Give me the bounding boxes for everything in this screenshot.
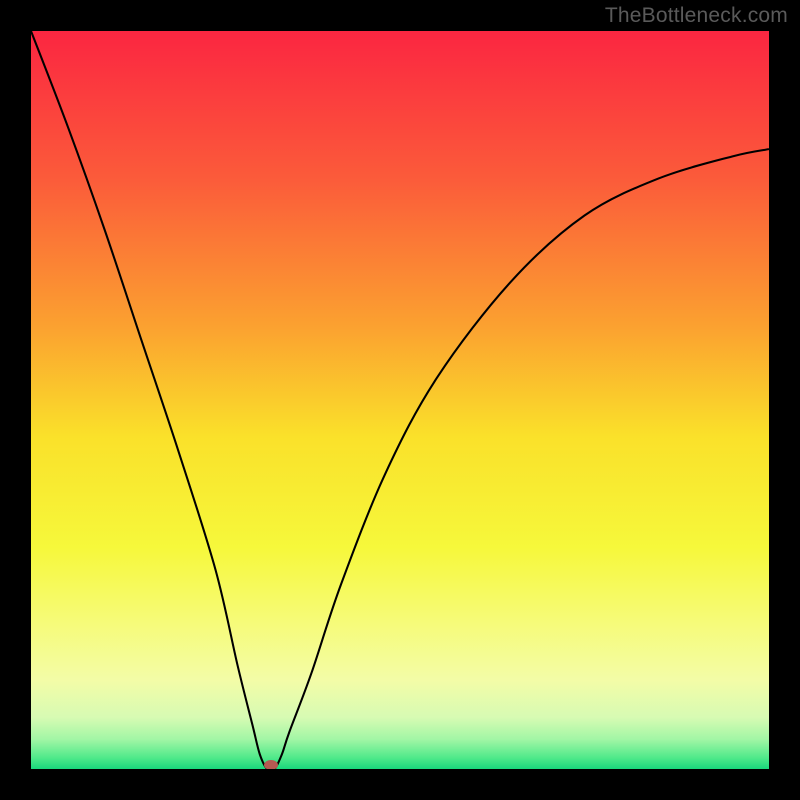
chart-marker-point (264, 760, 278, 769)
watermark-text: TheBottleneck.com (605, 4, 788, 28)
chart-curve (31, 31, 769, 769)
chart-plot-area (31, 31, 769, 769)
